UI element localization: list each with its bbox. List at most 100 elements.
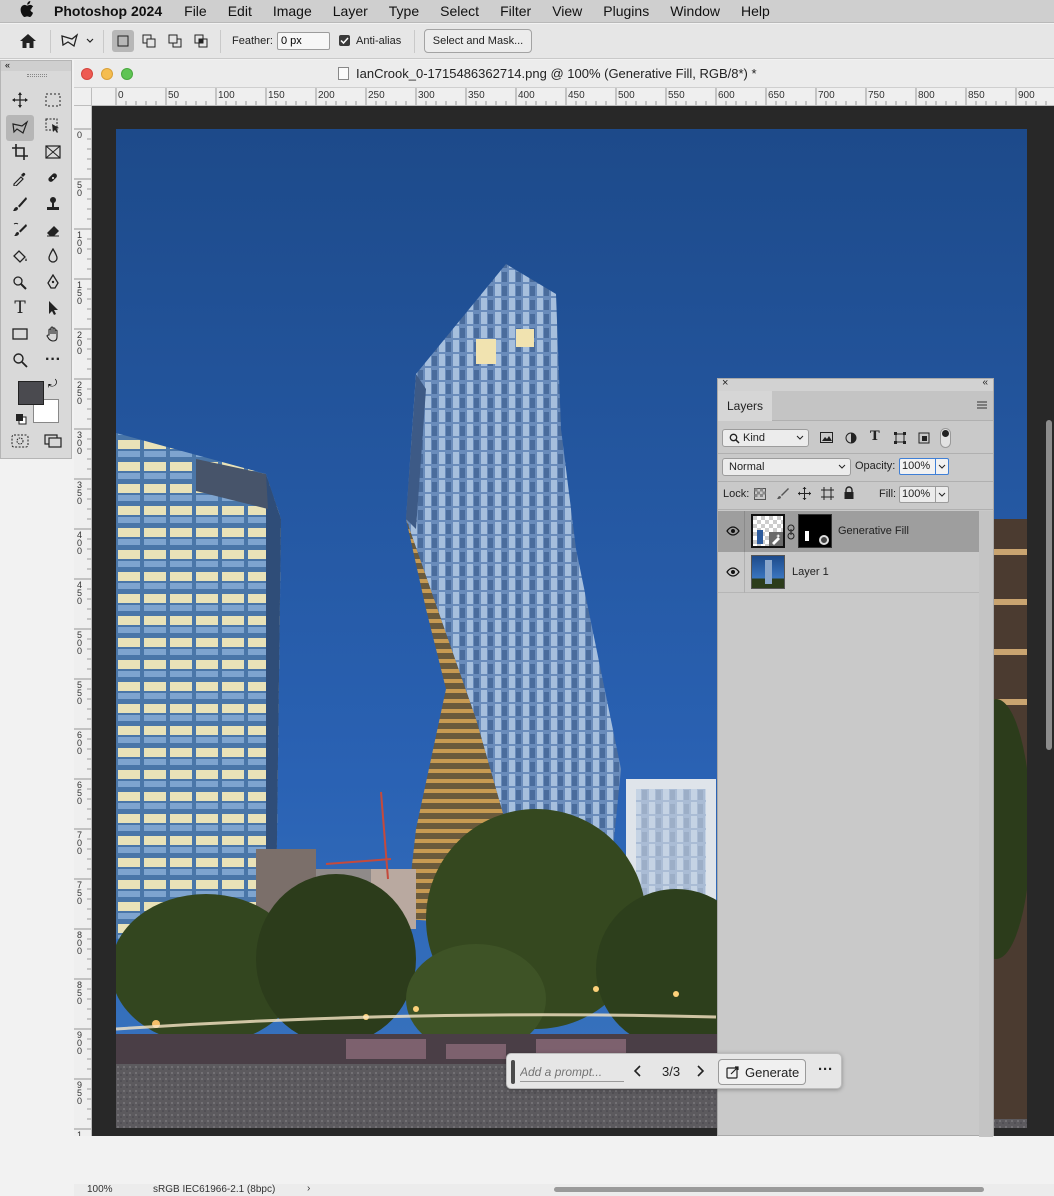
marquee-tool-icon[interactable]	[41, 89, 65, 111]
eye-icon[interactable]	[726, 526, 740, 539]
apple-icon[interactable]	[0, 1, 54, 21]
select-and-mask-button[interactable]: Select and Mask...	[424, 29, 532, 53]
zoom-window-button[interactable]	[121, 68, 133, 80]
object-selection-tool-icon[interactable]	[41, 115, 65, 137]
menu-image[interactable]: Image	[273, 3, 312, 19]
swap-colors-icon[interactable]: ⤾	[48, 378, 57, 391]
clone-stamp-tool-icon[interactable]	[41, 193, 65, 215]
menu-view[interactable]: View	[552, 3, 582, 19]
screen-mode-icon[interactable]	[41, 430, 65, 452]
ruler-origin[interactable]	[74, 88, 92, 106]
polygonal-lasso-tool-icon[interactable]	[6, 115, 34, 141]
collapse-panel-icon[interactable]: «	[982, 377, 988, 388]
link-icon[interactable]	[787, 524, 795, 543]
menu-edit[interactable]: Edit	[228, 3, 252, 19]
default-colors-icon[interactable]	[15, 412, 27, 430]
filter-type-icon[interactable]: T	[870, 429, 880, 444]
menu-type[interactable]: Type	[389, 3, 419, 19]
vertical-ruler[interactable]: 0 50 100 150 200 250 300 350 400 450 500 550 600 650 7…	[74, 106, 92, 1136]
intersect-selection-icon[interactable]	[190, 30, 212, 52]
lock-pixels-icon[interactable]	[776, 487, 789, 503]
menu-window[interactable]: Window	[670, 3, 720, 19]
healing-brush-tool-icon[interactable]	[41, 167, 65, 189]
layers-panel-header[interactable]: × «	[718, 377, 993, 391]
panel-grip[interactable]	[27, 74, 47, 77]
drag-handle[interactable]	[511, 1060, 515, 1084]
subtract-selection-icon[interactable]	[164, 30, 186, 52]
eye-icon[interactable]	[726, 567, 740, 580]
layer-name[interactable]: Generative Fill	[838, 525, 909, 537]
layer-thumbnail[interactable]	[751, 555, 785, 589]
layer-row-layer-1[interactable]: Layer 1	[718, 552, 979, 593]
filter-kind-select[interactable]: Kind	[722, 429, 809, 447]
filter-adjustment-icon[interactable]	[845, 432, 857, 447]
blend-mode-select[interactable]: Normal	[722, 458, 851, 476]
feather-input[interactable]	[277, 32, 330, 50]
history-brush-tool-icon[interactable]	[8, 219, 32, 241]
tool-preset-picker[interactable]	[58, 30, 96, 52]
lock-artboard-icon[interactable]	[821, 487, 834, 503]
new-selection-icon[interactable]	[112, 30, 134, 52]
opacity-input[interactable]: 100%	[899, 458, 949, 475]
crop-tool-icon[interactable]	[8, 141, 32, 163]
paint-bucket-tool-icon[interactable]	[8, 245, 32, 267]
lock-position-icon[interactable]	[798, 487, 811, 503]
zoom-tool-icon[interactable]	[8, 349, 32, 371]
menu-select[interactable]: Select	[440, 3, 479, 19]
foreground-color-swatch[interactable]	[18, 381, 44, 405]
lock-all-icon[interactable]	[843, 486, 855, 503]
layer-thumbnail[interactable]	[751, 514, 785, 548]
menu-plugins[interactable]: Plugins	[603, 3, 649, 19]
chevron-right-icon[interactable]: ›	[307, 1183, 310, 1194]
path-selection-tool-icon[interactable]	[41, 297, 65, 319]
filter-shape-icon[interactable]	[894, 432, 906, 447]
hand-tool-icon[interactable]	[41, 323, 65, 345]
vertical-scrollbar[interactable]	[1046, 420, 1052, 750]
pen-tool-icon[interactable]	[41, 271, 65, 293]
generate-button[interactable]: Generate	[718, 1059, 806, 1085]
eyedropper-tool-icon[interactable]	[8, 167, 32, 189]
layers-scroll-track[interactable]	[979, 511, 993, 1137]
add-selection-icon[interactable]	[138, 30, 160, 52]
tab-layers[interactable]: Layers	[718, 391, 772, 421]
horizontal-scrollbar[interactable]	[554, 1187, 984, 1192]
horizontal-ruler[interactable]: 0 50 100 150 200 250 300 350 400 450 500 550 600 650 7…	[92, 88, 1054, 106]
antialias-checkbox[interactable]	[339, 35, 350, 46]
menu-help[interactable]: Help	[741, 3, 770, 19]
move-tool-icon[interactable]	[8, 89, 32, 111]
close-window-button[interactable]	[81, 68, 93, 80]
type-tool-icon[interactable]: T	[8, 297, 32, 319]
prompt-input[interactable]	[520, 1062, 624, 1082]
dodge-tool-icon[interactable]	[8, 271, 32, 293]
close-panel-icon[interactable]: ×	[722, 377, 728, 389]
chevron-right-icon[interactable]	[695, 1064, 705, 1081]
eraser-tool-icon[interactable]	[41, 219, 65, 241]
layer-mask-thumbnail[interactable]	[798, 514, 832, 548]
menu-filter[interactable]: Filter	[500, 3, 531, 19]
menu-layer[interactable]: Layer	[333, 3, 368, 19]
panel-menu-icon[interactable]	[976, 400, 988, 413]
rectangle-tool-icon[interactable]	[8, 323, 32, 345]
chevron-down-icon[interactable]	[935, 459, 948, 474]
layer-name[interactable]: Layer 1	[792, 566, 829, 578]
app-menu[interactable]: Photoshop 2024	[54, 3, 162, 19]
fill-input[interactable]: 100%	[899, 486, 949, 503]
lock-transparent-icon[interactable]	[754, 488, 766, 503]
collapse-tools-icon[interactable]: «	[1, 61, 71, 71]
more-options-icon[interactable]: ···	[818, 1061, 833, 1078]
color-profile[interactable]: sRGB IEC61966-2.1 (8bpc)	[153, 1184, 275, 1195]
zoom-level[interactable]: 100%	[87, 1184, 113, 1195]
chevron-left-icon[interactable]	[633, 1064, 643, 1081]
menu-file[interactable]: File	[184, 3, 207, 19]
filter-smart-object-icon[interactable]	[918, 432, 930, 447]
filter-pixel-icon[interactable]	[820, 432, 833, 446]
chevron-down-icon[interactable]	[935, 487, 948, 502]
home-icon[interactable]	[16, 30, 40, 52]
more-tools-icon[interactable]: ···	[41, 349, 65, 371]
layer-row-generative-fill[interactable]: Generative Fill	[718, 511, 979, 552]
brush-tool-icon[interactable]	[8, 193, 32, 215]
quick-mask-icon[interactable]	[8, 430, 32, 452]
minimize-window-button[interactable]	[101, 68, 113, 80]
blur-tool-icon[interactable]	[41, 245, 65, 267]
filter-toggle[interactable]	[940, 428, 951, 448]
